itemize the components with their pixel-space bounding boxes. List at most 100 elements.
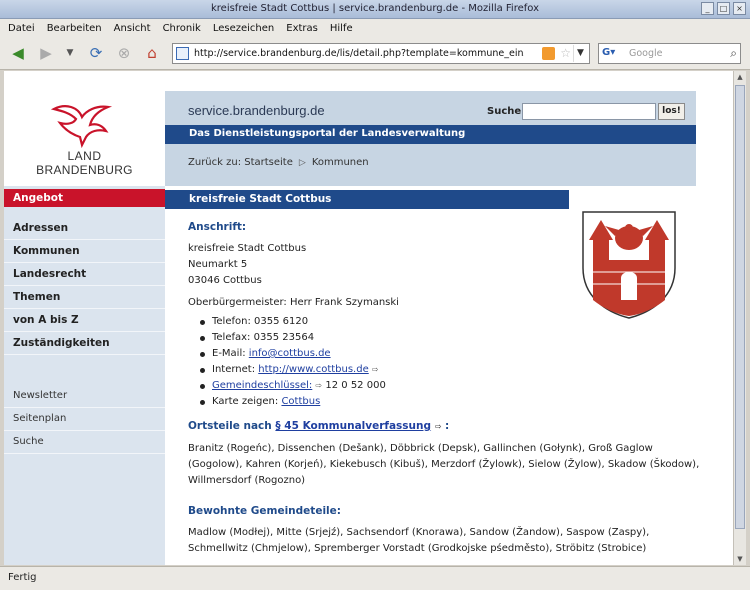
web-search-box[interactable]: G▾ Google ⌕: [598, 43, 741, 64]
reload-icon[interactable]: ⟳: [86, 43, 106, 63]
navigation-toolbar: ◀ ▶ ▼ ⟳ ⊗ ⌂ http://service.brandenburg.d…: [0, 37, 750, 70]
menu-extras[interactable]: Extras: [286, 23, 318, 34]
list-item: E-Mail: info@cottbus.de: [198, 346, 708, 362]
status-bar: Fertig: [0, 566, 750, 590]
sidebar-item-suche[interactable]: Suche: [4, 431, 165, 454]
window-title: kreisfreie Stadt Cottbus | service.brand…: [210, 3, 539, 14]
search-icon[interactable]: ⌕: [730, 46, 737, 61]
email-link[interactable]: info@cottbus.de: [249, 348, 331, 359]
municipality-key-link[interactable]: Gemeindeschlüssel:: [212, 380, 312, 391]
bookmark-star-icon[interactable]: ☆: [560, 46, 571, 60]
kommunalverfassung-link[interactable]: § 45 Kommunalverfassung: [275, 420, 431, 432]
logo-line-brandenburg: BRANDENBURG: [36, 163, 133, 177]
ortsteile-heading: Ortsteile nach § 45 Kommunalverfassung ⇨…: [188, 418, 708, 435]
portal-title: Das Dienstleistungsportal der Landesverw…: [189, 128, 466, 139]
site-search-input[interactable]: [522, 103, 656, 120]
municipality-key-value: 12 0 52 000: [325, 380, 386, 391]
sidebar-secondary-nav: Newsletter Seitenplan Suche: [4, 385, 165, 454]
sidebar-item-adressen[interactable]: Adressen: [4, 217, 165, 240]
sidebar-item-kommunen[interactable]: Kommunen: [4, 240, 165, 263]
sidebar-item-a-bis-z[interactable]: von A bis Z: [4, 309, 165, 332]
address-heading: Anschrift:: [188, 221, 247, 233]
scroll-up-icon[interactable]: ▲: [734, 71, 746, 83]
menu-bar: Datei Bearbeiten Ansicht Chronik Lesezei…: [0, 19, 750, 37]
forward-icon[interactable]: ▶: [36, 43, 56, 63]
google-engine-icon[interactable]: G▾: [602, 47, 624, 61]
page-title-bar: kreisfreie Stadt Cottbus: [165, 190, 569, 209]
gemeindeteile-heading: Bewohnte Gemeindeteile:: [188, 505, 341, 517]
gemeindeteile-list: Madlow (Modłej), Mitte (Srjejź), Sachsen…: [188, 527, 650, 554]
scrollbar-thumb[interactable]: [735, 85, 745, 529]
list-item: Internet: http://www.cottbus.de ⇨: [198, 362, 708, 378]
map-link[interactable]: Cottbus: [281, 396, 320, 407]
external-link-icon: ⇨: [434, 422, 442, 431]
sidebar-item-themen[interactable]: Themen: [4, 286, 165, 309]
list-item: Karte zeigen: Cottbus: [198, 394, 708, 410]
maximize-icon[interactable]: □: [717, 2, 730, 15]
breadcrumb-back-link[interactable]: Zurück zu: Startseite: [188, 157, 293, 168]
brandenburg-logo[interactable]: LAND BRANDENBURG: [4, 91, 165, 186]
list-item: Telefax: 0355 23564: [198, 330, 708, 346]
page-viewport: LAND BRANDENBURG service.brandenburg.de …: [4, 71, 733, 565]
site-favicon-icon: [176, 47, 189, 60]
external-link-icon: ⇨: [315, 381, 323, 390]
fax-value: 0355 23564: [253, 332, 315, 343]
menu-bearbeiten[interactable]: Bearbeiten: [47, 23, 102, 34]
site-name[interactable]: service.brandenburg.de: [188, 103, 325, 118]
external-link-icon: ⇨: [371, 365, 379, 374]
list-item: Gemeindeschlüssel: ⇨ 12 0 52 000: [198, 378, 708, 394]
ortsteile-heading-suffix: :: [445, 420, 450, 432]
web-label: Internet:: [212, 364, 256, 375]
home-icon[interactable]: ⌂: [142, 43, 162, 63]
phone-label: Telefon:: [212, 316, 251, 327]
minimize-icon[interactable]: _: [701, 2, 714, 15]
menu-chronik[interactable]: Chronik: [163, 23, 201, 34]
red-eagle-icon: [50, 105, 113, 149]
email-label: E-Mail:: [212, 348, 246, 359]
phone-value: 0355 6120: [254, 316, 309, 327]
close-icon[interactable]: ×: [733, 2, 746, 15]
vertical-scrollbar[interactable]: ▲ ▼: [733, 71, 746, 565]
sidebar-primary-nav: Adressen Kommunen Landesrecht Themen von…: [4, 217, 165, 355]
menu-datei[interactable]: Datei: [8, 23, 35, 34]
back-icon[interactable]: ◀: [8, 43, 28, 63]
contact-list: Telefon: 0355 6120 Telefax: 0355 23564 E…: [198, 314, 708, 410]
search-go-button[interactable]: los!: [658, 103, 685, 120]
website-link[interactable]: http://www.cottbus.de: [258, 364, 368, 375]
rss-feed-icon[interactable]: [542, 47, 555, 60]
address-bar[interactable]: http://service.brandenburg.de/lis/detail…: [172, 43, 590, 64]
page-title: kreisfreie Stadt Cottbus: [189, 193, 332, 205]
breadcrumb-arrow-icon: ▷: [298, 157, 306, 168]
window-titlebar: kreisfreie Stadt Cottbus | service.brand…: [0, 0, 750, 19]
sidebar-header-label: Angebot: [13, 192, 63, 204]
search-label: Suche: [487, 106, 522, 117]
url-dropdown-icon[interactable]: ▼: [573, 45, 587, 62]
mayor: Oberbürgermeister: Herr Frank Szymanski: [188, 297, 399, 308]
sidebar-item-seitenplan[interactable]: Seitenplan: [4, 408, 165, 431]
menu-lesezeichen[interactable]: Lesezeichen: [213, 23, 274, 34]
sidebar-item-landesrecht[interactable]: Landesrecht: [4, 263, 165, 286]
scroll-down-icon[interactable]: ▼: [734, 553, 746, 565]
stop-icon[interactable]: ⊗: [114, 43, 134, 63]
portal-title-bar: Das Dienstleistungsportal der Landesverw…: [165, 125, 696, 144]
logo-line-land: LAND: [67, 149, 102, 163]
status-text: Fertig: [8, 572, 37, 583]
breadcrumb: Zurück zu: Startseite ▷ Kommunen: [188, 157, 369, 168]
sidebar-header: Angebot: [4, 189, 165, 207]
ortsteile-list: Branitz (Rogeńc), Dissenchen (Dešank), D…: [188, 443, 700, 486]
main-content: Anschrift: kreisfreie Stadt Cottbus Neum…: [188, 219, 708, 557]
breadcrumb-current[interactable]: Kommunen: [312, 157, 369, 168]
history-dropdown-icon[interactable]: ▼: [60, 43, 80, 63]
fax-label: Telefax:: [212, 332, 251, 343]
web-search-placeholder: Google: [629, 48, 663, 59]
sidebar-item-zustaendigkeiten[interactable]: Zuständigkeiten: [4, 332, 165, 355]
sidebar-item-newsletter[interactable]: Newsletter: [4, 385, 165, 408]
menu-ansicht[interactable]: Ansicht: [114, 23, 151, 34]
address-line-2: Neumarkt 5: [188, 259, 248, 270]
menu-hilfe[interactable]: Hilfe: [330, 23, 353, 34]
address-bar-url[interactable]: http://service.brandenburg.de/lis/detail…: [194, 48, 524, 59]
ortsteile-heading-prefix: Ortsteile nach: [188, 420, 272, 432]
address-line-1: kreisfreie Stadt Cottbus: [188, 243, 307, 254]
list-item: Telefon: 0355 6120: [198, 314, 708, 330]
address-line-3: 03046 Cottbus: [188, 275, 262, 286]
